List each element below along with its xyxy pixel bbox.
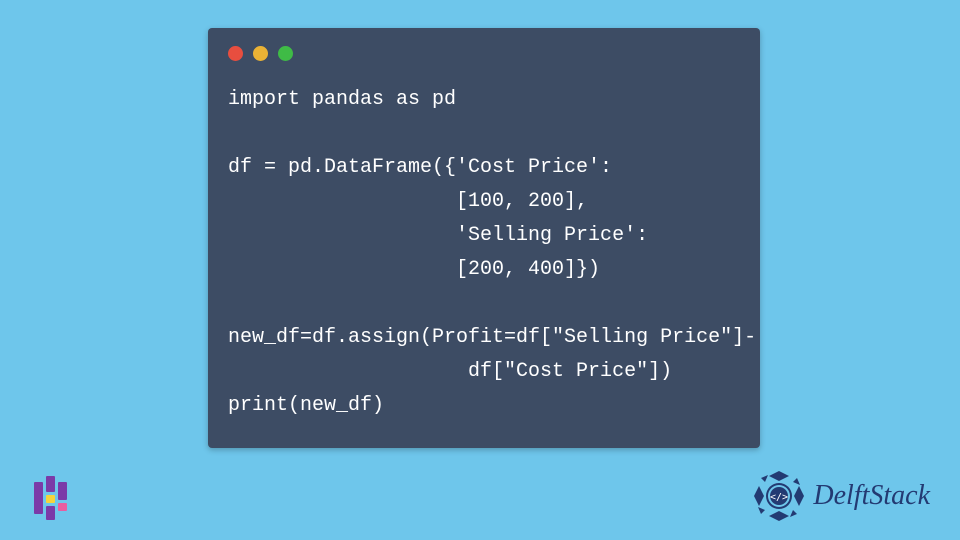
maximize-icon — [278, 46, 293, 61]
brand-name: DelftStack — [813, 480, 930, 512]
brand-badge: </> DelftStack — [753, 470, 930, 522]
site-favicon-icon — [34, 476, 78, 520]
minimize-icon — [253, 46, 268, 61]
code-window: import pandas as pd df = pd.DataFrame({'… — [208, 28, 760, 448]
window-traffic-lights — [228, 46, 740, 61]
brand-logo-icon: </> — [753, 470, 805, 522]
svg-text:</>: </> — [770, 492, 788, 503]
close-icon — [228, 46, 243, 61]
code-block: import pandas as pd df = pd.DataFrame({'… — [228, 83, 740, 423]
